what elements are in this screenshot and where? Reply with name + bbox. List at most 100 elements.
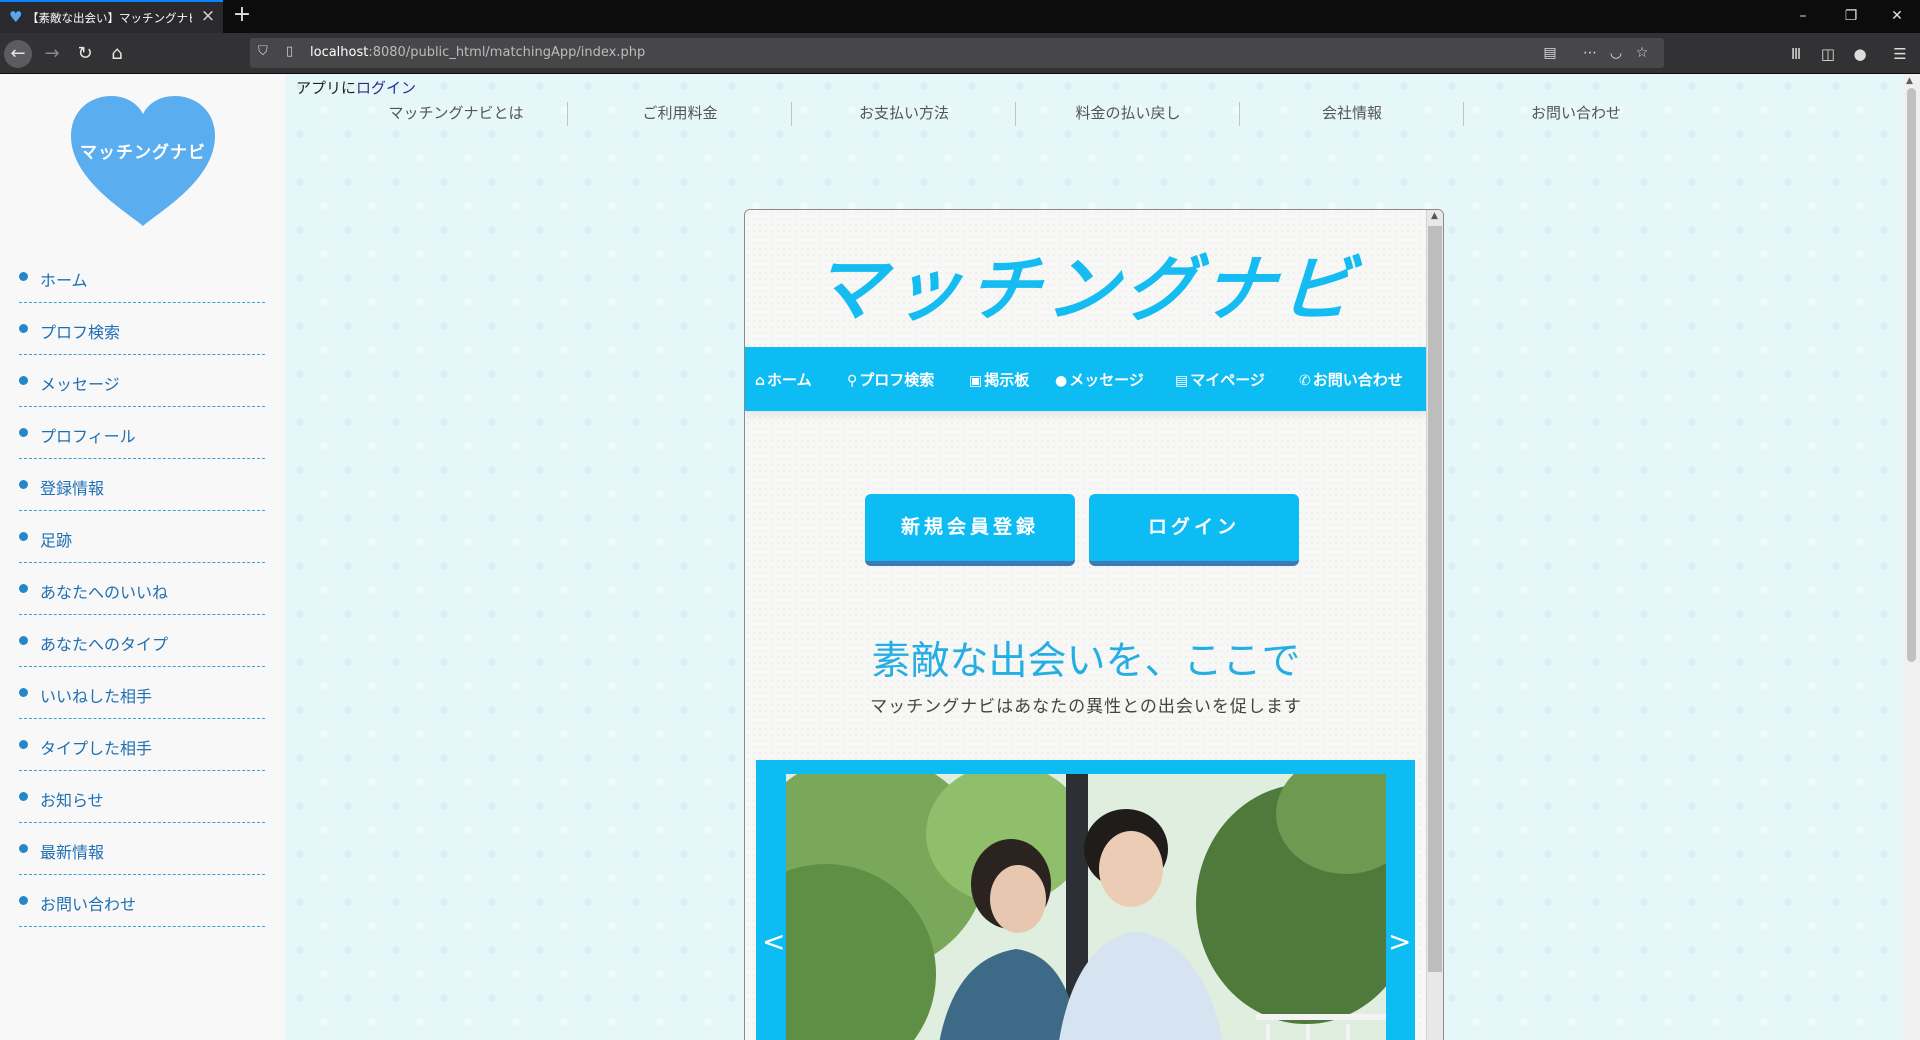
app-nav-board[interactable]: ▣ 掲示板	[969, 369, 1029, 389]
sidebar-item-label[interactable]: タイプした相手	[40, 735, 152, 759]
home-icon: ⌂	[755, 373, 766, 389]
subline: マッチングナビはあなたの異性との出会いを促します	[870, 697, 1302, 717]
app-nav-mypage[interactable]: ▤ マイページ	[1175, 369, 1265, 389]
phone-icon: ✆	[1299, 373, 1311, 389]
bullet-icon	[19, 272, 28, 281]
sidebar-item-news[interactable]: 最新情報	[19, 823, 265, 875]
sidebar-item-label[interactable]: ホーム	[40, 267, 88, 291]
shield-icon[interactable]: ⛉	[258, 44, 274, 62]
more-actions-icon[interactable]: ⋯	[1580, 43, 1600, 63]
restore-button[interactable]: ❐	[1828, 0, 1874, 33]
browser-tab[interactable]: ♥ 【素敵な出会い】マッチングナビ！ ×	[0, 0, 223, 33]
back-button[interactable]: ←	[4, 40, 32, 68]
sidebar-item-messages[interactable]: メッセージ	[19, 355, 265, 407]
new-tab-button[interactable]: +	[230, 3, 254, 27]
app-nav-home[interactable]: ⌂ ホーム	[755, 369, 812, 389]
app-nav-label: マイページ	[1190, 371, 1265, 389]
sidebar-item-label[interactable]: プロフィール	[40, 423, 136, 447]
bullet-icon	[19, 428, 28, 437]
scroll-up-icon[interactable]: ▲	[1431, 211, 1438, 221]
sidebar-item-label[interactable]: 登録情報	[40, 475, 104, 499]
bullet-icon	[19, 688, 28, 697]
app-nav-messages[interactable]: ● メッセージ	[1055, 369, 1144, 389]
sidebar-item-likes-received[interactable]: あなたへのいいね	[19, 563, 265, 615]
app-nav-label: プロフ検索	[859, 371, 935, 389]
pocket-icon[interactable]: ◡	[1606, 43, 1626, 63]
top-nav-contact[interactable]: お問い合わせ	[1464, 100, 1688, 128]
sidebar-item-typed[interactable]: タイプした相手	[19, 719, 265, 771]
top-nav-about[interactable]: マッチングナビとは	[344, 100, 568, 128]
page-icon[interactable]: ▯	[286, 44, 300, 62]
sidebar-item-profile-search[interactable]: プロフ検索	[19, 303, 265, 355]
sidebar-item-label[interactable]: お知らせ	[40, 787, 104, 811]
sidebar-item-types-received[interactable]: あなたへのタイプ	[19, 615, 265, 667]
sidebar-item-profile[interactable]: プロフィール	[19, 407, 265, 459]
bullet-icon	[19, 792, 28, 801]
sidebar-item-label[interactable]: プロフ検索	[40, 319, 120, 343]
sidebar-item-liked[interactable]: いいねした相手	[19, 667, 265, 719]
login-button[interactable]: ログイン	[1089, 494, 1299, 566]
account-icon[interactable]: ●	[1850, 44, 1870, 64]
app-frame: マッチングナビ ⌂ ホーム ⚲ プロフ検索 ▣ 掲示板 ● メッセージ ▤ マイページ ✆…	[744, 209, 1444, 1040]
sidebar-item-label[interactable]: 最新情報	[40, 839, 104, 863]
minimize-button[interactable]: –	[1780, 0, 1826, 33]
app-nav-label: 掲示板	[984, 371, 1030, 389]
couple-photo	[786, 774, 1386, 1040]
slider-prev-button[interactable]: <	[762, 925, 785, 958]
top-nav: マッチングナビとは ご利用料金 お支払い方法 料金の払い戻し 会社情報	[344, 100, 1464, 128]
app-nav-contact[interactable]: ✆ お問い合わせ	[1299, 369, 1403, 389]
sidebar-item-label[interactable]: メッセージ	[40, 371, 120, 395]
login-link[interactable]: ログイン	[356, 79, 416, 97]
bullet-icon	[19, 324, 28, 333]
app-login-prompt: アプリにログイン	[296, 77, 416, 98]
sidebar: マッチングナビ ホーム プロフ検索 メッセージ プロフィール 登録情報 足跡 あ…	[0, 74, 285, 1040]
register-button[interactable]: 新規会員登録	[865, 494, 1075, 566]
forward-button[interactable]: →	[38, 40, 66, 68]
bullet-icon	[19, 844, 28, 853]
top-nav-refund[interactable]: 料金の払い戻し	[1016, 100, 1240, 128]
reload-button[interactable]: ↻	[71, 40, 99, 68]
navigation-toolbar: ← → ↻ ⌂ ⛉ ▯ localhost:8080/public_html/m…	[0, 33, 1920, 74]
tab-bar: ♥ 【素敵な出会い】マッチングナビ！ × + – ❐ ✕	[0, 0, 1920, 33]
sidebar-item-label[interactable]: いいねした相手	[40, 683, 152, 707]
sidebar-item-label[interactable]: あなたへのいいね	[40, 579, 168, 603]
sidebar-item-label[interactable]: あなたへのタイプ	[40, 631, 168, 655]
photo-slider: < >	[756, 760, 1415, 1040]
login-prompt-text: アプリに	[296, 79, 357, 97]
close-tab-icon[interactable]: ×	[198, 6, 218, 26]
sidebar-item-label[interactable]: 足跡	[40, 527, 72, 551]
logo[interactable]: マッチングナビ	[67, 94, 219, 230]
address-bar[interactable]: ⛉ ▯ localhost:8080/public_html/matchingA…	[250, 38, 1664, 68]
sidebar-item-footprints[interactable]: 足跡	[19, 511, 265, 563]
app-scroll-thumb[interactable]	[1428, 226, 1442, 972]
home-button[interactable]: ⌂	[103, 40, 131, 68]
app-nav-label: メッセージ	[1069, 371, 1144, 389]
sidebar-toggle-icon[interactable]: ◫	[1818, 44, 1838, 64]
bullet-icon	[19, 740, 28, 749]
bullet-icon	[19, 532, 28, 541]
sidebar-item-home[interactable]: ホーム	[19, 251, 265, 303]
reader-view-icon[interactable]: ▤	[1540, 43, 1560, 63]
top-nav-company[interactable]: 会社情報	[1240, 100, 1464, 128]
close-window-button[interactable]: ✕	[1874, 0, 1920, 33]
sidebar-item-registration-info[interactable]: 登録情報	[19, 459, 265, 511]
scroll-up-icon[interactable]: ▲	[1906, 76, 1913, 86]
app-nav-label: ホーム	[767, 371, 812, 389]
top-nav-payment[interactable]: お支払い方法	[792, 100, 1016, 128]
search-icon: ⚲	[847, 373, 858, 389]
sidebar-item-contact[interactable]: お問い合わせ	[19, 875, 265, 927]
url-text[interactable]: localhost:8080/public_html/matchingApp/i…	[310, 45, 645, 60]
top-nav-pricing[interactable]: ご利用料金	[568, 100, 792, 128]
sidebar-item-label[interactable]: お問い合わせ	[40, 891, 136, 915]
page-scroll-thumb[interactable]	[1907, 88, 1916, 662]
sidebar-item-notices[interactable]: お知らせ	[19, 771, 265, 823]
menu-icon[interactable]: ☰	[1890, 44, 1910, 64]
app-nav-profile-search[interactable]: ⚲ プロフ検索	[847, 369, 934, 389]
page-scrollbar[interactable]: ▲	[1903, 74, 1920, 1040]
app-nav-label: お問い合わせ	[1312, 371, 1403, 389]
bookmark-star-icon[interactable]: ☆	[1632, 43, 1652, 63]
library-icon[interactable]: Ⅲ	[1786, 44, 1806, 64]
app-scrollbar[interactable]: ▲	[1426, 210, 1443, 1040]
slider-next-button[interactable]: >	[1388, 925, 1411, 958]
tab-title: 【素敵な出会い】マッチングナビ！	[27, 11, 192, 25]
